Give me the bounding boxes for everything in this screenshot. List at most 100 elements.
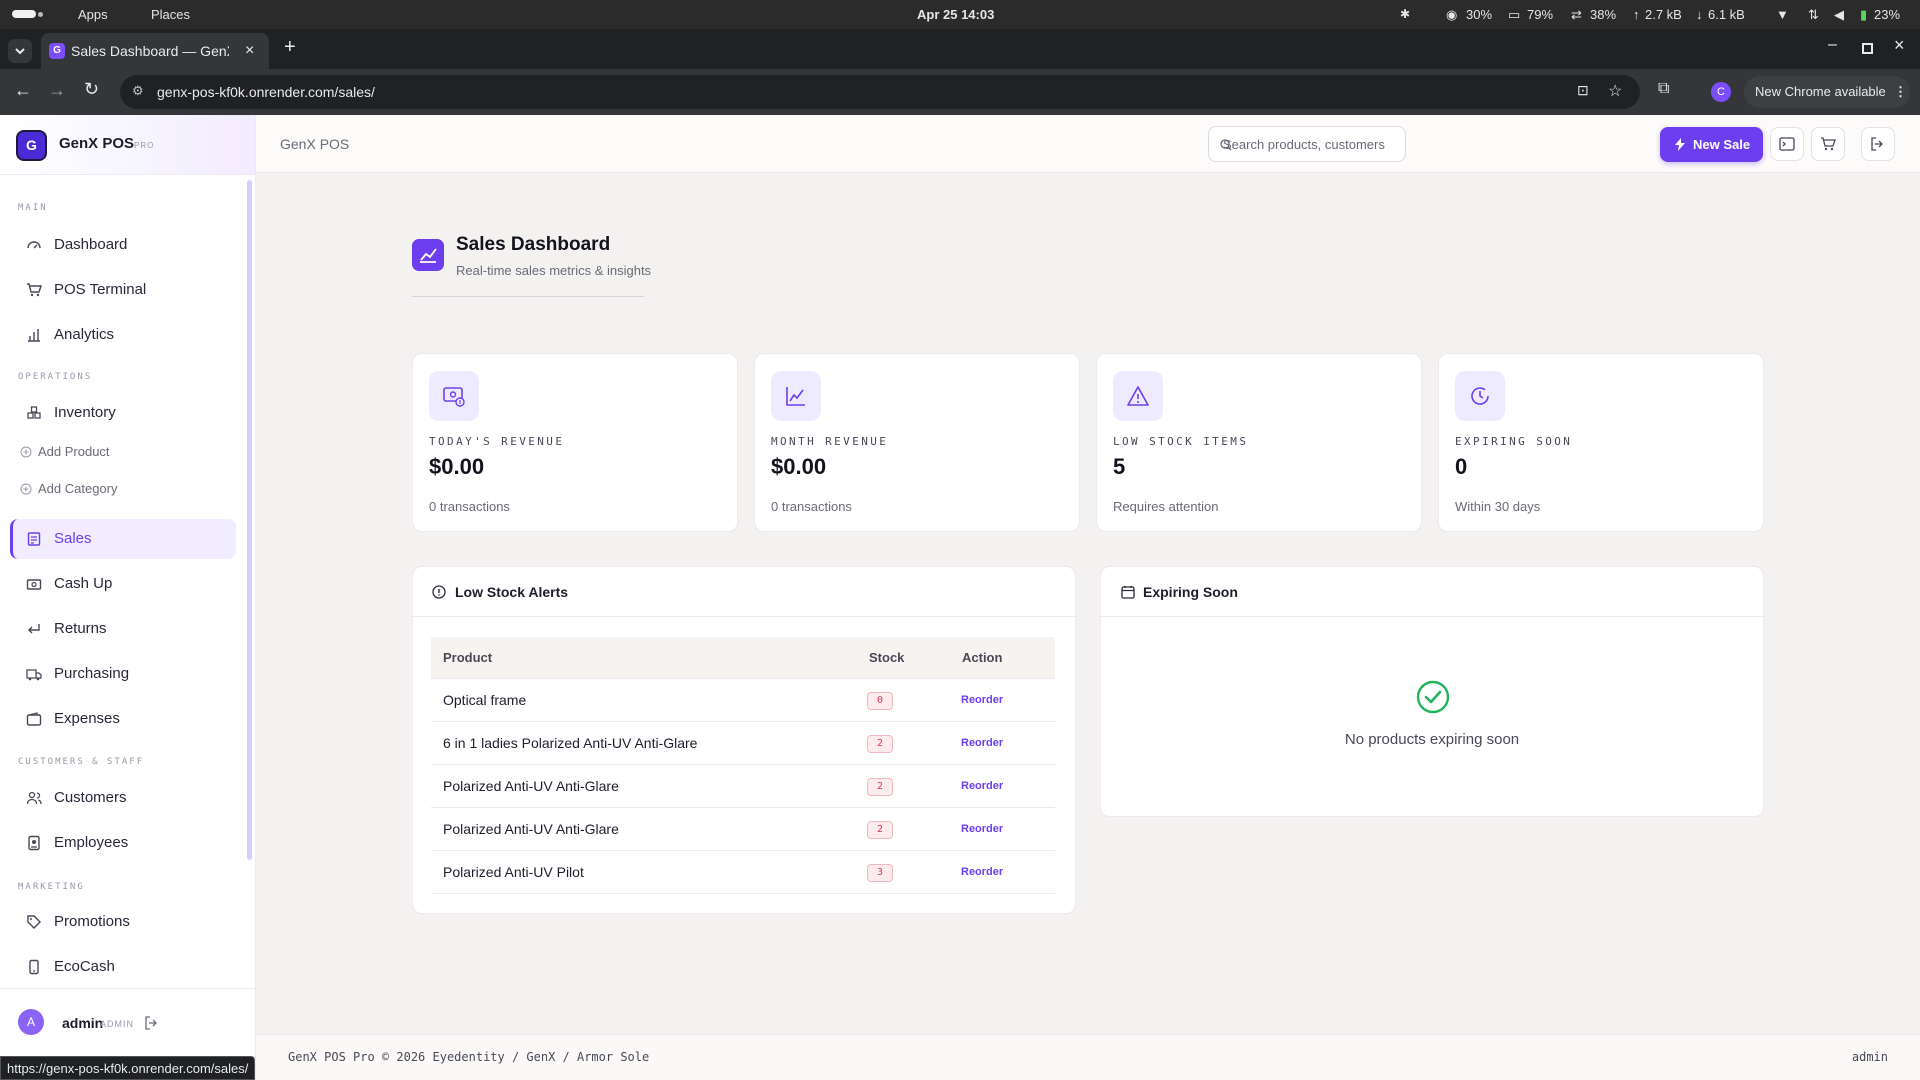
browser-tab-active[interactable]: G Sales Dashboard — GenX × — [41, 33, 269, 69]
search-input[interactable] — [1223, 127, 1401, 161]
sidebar-item-expenses[interactable]: Expenses — [10, 699, 236, 739]
kpi-icon-box — [1113, 371, 1163, 421]
sidebar-item-label: Analytics — [54, 326, 115, 343]
sidebar-item-promotions[interactable]: Promotions — [10, 902, 236, 942]
new-sale-label: New Sale — [1693, 137, 1751, 152]
tab-search-button[interactable] — [8, 39, 32, 63]
activities-indicator[interactable] — [12, 10, 36, 18]
product-name: 6 in 1 ladies Polarized Anti-UV Anti-Gla… — [443, 735, 698, 751]
sidebar-item-returns[interactable]: Returns — [10, 609, 236, 649]
sidebar-item-sales[interactable]: Sales — [10, 519, 236, 559]
address-bar[interactable]: ⚙ genx-pos-kf0k.onrender.com/sales/ ⊡ ☆ — [120, 75, 1640, 109]
sidebar-subitem-label: Add Product — [38, 444, 110, 459]
url-text[interactable]: genx-pos-kf0k.onrender.com/sales/ — [157, 75, 375, 109]
breadcrumb[interactable]: GenX POS — [280, 136, 349, 152]
chrome-update-button[interactable]: New Chrome available ⋮ — [1744, 76, 1910, 108]
plus-circle-icon — [20, 483, 32, 495]
bar-chart-icon — [28, 329, 40, 342]
close-tab-icon[interactable]: × — [245, 33, 254, 69]
apps-menu[interactable]: Apps — [78, 0, 108, 29]
battery-level: 23% — [1874, 7, 1901, 22]
bluetooth-icon[interactable]: ✱ — [1400, 0, 1410, 29]
table-row: Polarized Anti-UV Anti-Glare 2 Reorder — [431, 765, 1055, 808]
lightning-icon — [1675, 138, 1685, 151]
volume-icon[interactable]: ◀ — [1834, 0, 1844, 29]
kpi-subtext: 0 transactions — [429, 499, 510, 514]
profile-avatar[interactable]: C — [1711, 82, 1731, 102]
minimize-window-icon[interactable]: – — [1828, 36, 1837, 54]
calendar-icon — [1121, 586, 1135, 599]
brand-header[interactable]: G GenX POS PRO — [0, 115, 255, 175]
back-arrow-icon[interactable]: ← — [14, 80, 32, 101]
id-badge-icon — [28, 835, 40, 851]
user-name: admin — [62, 1015, 104, 1031]
user-avatar[interactable]: A — [18, 1009, 44, 1035]
gauge-icon — [27, 241, 41, 249]
page-subtitle: Real-time sales metrics & insights — [456, 263, 652, 278]
site-settings-icon[interactable]: ⚙ — [132, 83, 144, 99]
sidebar-item-analytics[interactable]: Analytics — [10, 315, 236, 355]
reorder-link[interactable]: Reorder — [961, 808, 1003, 851]
workspace-dot-icon — [38, 12, 43, 17]
sidebar-item-label: Promotions — [54, 913, 130, 930]
network-icon[interactable]: ⇅ — [1808, 0, 1819, 29]
close-window-icon[interactable]: × — [1894, 35, 1905, 56]
brand-name: GenX POS — [59, 135, 135, 152]
bookmark-star-icon[interactable]: ☆ — [1608, 81, 1622, 101]
sidebar-scrollbar[interactable] — [247, 180, 252, 860]
kebab-menu-icon[interactable]: ⋮ — [1894, 76, 1907, 108]
install-app-icon[interactable]: ⊡ — [1577, 82, 1589, 99]
wifi-icon[interactable]: ▼ — [1776, 0, 1789, 29]
reorder-link[interactable]: Reorder — [961, 679, 1003, 722]
table-row: Polarized Anti-UV Anti-Glare 2 Reorder — [431, 808, 1055, 851]
battery-icon[interactable]: ▮ — [1860, 0, 1867, 29]
extensions-icon[interactable]: ⧉ — [1658, 80, 1669, 98]
product-name: Polarized Anti-UV Pilot — [443, 864, 584, 880]
sidebar-item-customers[interactable]: Customers — [10, 778, 236, 818]
places-menu[interactable]: Places — [151, 0, 190, 29]
cart-button[interactable] — [1811, 127, 1845, 161]
page-footer: GenX POS Pro © 2026 Eyedentity / GenX / … — [256, 1034, 1920, 1080]
maximize-window-icon[interactable] — [1862, 43, 1873, 54]
kpi-subtext: 0 transactions — [771, 499, 852, 514]
new-tab-button[interactable]: + — [284, 36, 296, 59]
forward-arrow-icon[interactable]: → — [48, 80, 66, 101]
reorder-link[interactable]: Reorder — [961, 722, 1003, 765]
column-header-product: Product — [443, 650, 493, 665]
clock[interactable]: Apr 25 14:03 — [917, 0, 994, 29]
terminal-button[interactable] — [1770, 127, 1804, 161]
kpi-value: 5 — [1113, 454, 1126, 479]
kpi-card-low-stock: LOW STOCK ITEMS 5 Requires attention — [1096, 353, 1422, 532]
product-name: Optical frame — [443, 692, 527, 708]
logout-icon[interactable] — [144, 1016, 160, 1030]
sidebar-item-pos-terminal[interactable]: POS Terminal — [10, 270, 236, 310]
sidebar-item-employees[interactable]: Employees — [10, 823, 236, 863]
section-label-customers-staff: CUSTOMERS & STAFF — [18, 757, 145, 767]
sidebar-item-ecocash[interactable]: EcoCash — [10, 947, 236, 987]
stock-badge: 2 — [867, 778, 893, 796]
section-label-main: MAIN — [18, 203, 48, 213]
brand-logo: G — [16, 130, 47, 161]
tag-icon — [27, 915, 41, 929]
logout-button[interactable] — [1861, 127, 1895, 161]
phone-icon — [29, 959, 39, 975]
sidebar-item-label: Cash Up — [54, 575, 113, 592]
stock-badge: 2 — [867, 821, 893, 839]
reload-icon[interactable]: ↻ — [84, 79, 99, 100]
section-label-marketing: MARKETING — [18, 882, 85, 892]
sidebar-item-purchasing[interactable]: Purchasing — [10, 654, 236, 694]
panel-divider — [1101, 616, 1763, 617]
kpi-value: $0.00 — [771, 454, 827, 479]
sidebar-item-dashboard[interactable]: Dashboard — [10, 225, 236, 265]
info-circle-icon — [432, 585, 446, 599]
sidebar-item-inventory[interactable]: Inventory — [10, 393, 236, 433]
boxes-icon — [27, 406, 41, 419]
reorder-link[interactable]: Reorder — [961, 765, 1003, 808]
terminal-icon — [1779, 137, 1795, 151]
sidebar-item-cash-up[interactable]: Cash Up — [10, 564, 236, 604]
reorder-link[interactable]: Reorder — [961, 851, 1003, 894]
upload-arrow-icon: ↑ — [1633, 7, 1640, 22]
new-sale-button[interactable]: New Sale — [1660, 127, 1763, 162]
table-row: 6 in 1 ladies Polarized Anti-UV Anti-Gla… — [431, 722, 1055, 765]
search-box[interactable] — [1208, 126, 1406, 162]
